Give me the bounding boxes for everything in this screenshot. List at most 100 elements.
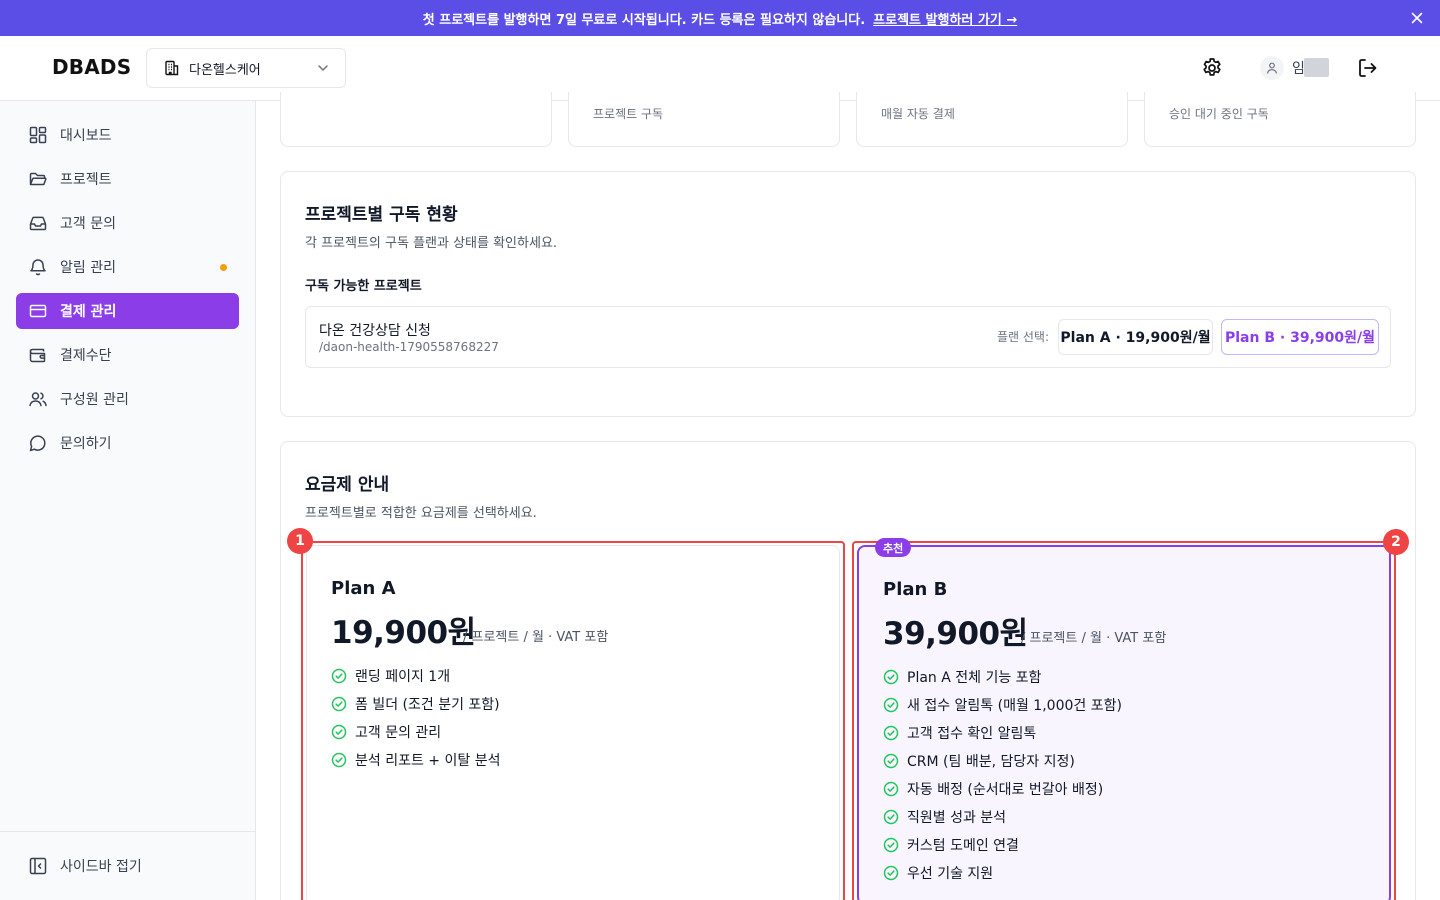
collapse-sidebar-label: 사이드바 접기 [60,859,142,875]
user-name-redacted [1304,58,1329,77]
dashboard-icon [29,126,47,144]
check-circle-icon [331,696,347,712]
sidebar-item-label: 고객 문의 [60,216,116,232]
users-icon [29,392,47,407]
sidebar-item-label: 구성원 관리 [60,392,129,408]
avatar[interactable] [1260,56,1284,80]
recommended-badge: 추천 [875,538,912,557]
section-description: 프로젝트별로 적합한 요금제를 선택하세요. [305,506,537,521]
sidebar-item-label: 대시보드 [60,128,112,144]
sidebar-item-label: 알림 관리 [60,260,116,276]
banner-text: 첫 프로젝트를 발행하면 7일 무료로 시작됩니다. 카드 등록은 필요하지 않… [422,12,866,28]
list-item: 폼 빌더 (조건 분기 포함) [331,690,500,718]
wallet-icon [29,348,46,363]
section-description: 각 프로젝트의 구독 플랜과 상태를 확인하세요. [305,236,558,251]
check-circle-icon [331,752,347,768]
banner-publish-link[interactable]: 프로젝트 발행하러 가기 → [873,9,1017,28]
check-circle-icon [331,668,347,684]
app-logo[interactable]: DBADS [52,55,131,79]
check-circle-icon [883,697,899,713]
select-plan-a-button[interactable]: Plan A · 19,900원/월 [1058,319,1213,355]
user-name: 임 [1292,61,1305,77]
collapse-sidebar-button[interactable]: 사이드바 접기 [28,856,142,876]
feature-list: Plan A 전체 기능 포함 새 접수 알림톡 (매월 1,000건 포함) … [883,663,1122,887]
section-title: 프로젝트별 구독 현황 [305,205,458,225]
logout-icon[interactable] [1356,56,1380,80]
credit-card-icon [29,304,47,318]
feature-text: 자동 배정 (순서대로 번갈아 배정) [907,782,1104,798]
list-item: Plan A 전체 기능 포함 [883,663,1122,691]
list-item: 랜딩 페이지 1개 [331,662,500,690]
organization-name: 다온헬스케어 [189,62,261,78]
sidebar-item-contact[interactable]: 문의하기 [16,425,239,461]
project-row: 다온 건강상담 신청 /daon-health-1790558768227 플랜… [305,306,1391,368]
stat-card: 프로젝트 구독 [568,92,840,147]
sidebar-item-billing[interactable]: 결제 관리 [16,293,239,329]
list-item: CRM (팀 배분, 담당자 지정) [883,747,1122,775]
gear-icon[interactable] [1200,56,1224,80]
select-plan-b-button[interactable]: Plan B · 39,900원/월 [1221,319,1379,355]
sidebar-item-projects[interactable]: 프로젝트 [16,161,239,197]
panel-collapse-icon [29,857,47,875]
list-item: 직원별 성과 분석 [883,803,1122,831]
subscribable-projects-title: 구독 가능한 프로젝트 [305,279,422,294]
sidebar-item-dashboard[interactable]: 대시보드 [16,117,239,153]
project-slug: /daon-health-1790558768227 [319,340,499,354]
check-circle-icon [331,724,347,740]
sidebar-item-members[interactable]: 구성원 관리 [16,381,239,417]
bell-icon [30,259,46,276]
project-name: 다온 건강상담 신청 [319,323,431,339]
feature-list: 랜딩 페이지 1개 폼 빌더 (조건 분기 포함) 고객 문의 관리 분석 리포… [331,662,500,774]
user-icon [1266,62,1278,74]
sidebar-footer: 사이드바 접기 [0,831,256,900]
sidebar: 대시보드 프로젝트 고객 문의 알림 관리 결제 관리 결제수단 구성원 관리 … [0,101,256,900]
check-circle-icon [883,809,899,825]
feature-text: 새 접수 알림톡 (매월 1,000건 포함) [907,698,1122,714]
section-title: 요금제 안내 [305,475,390,495]
sidebar-item-label: 문의하기 [60,436,112,452]
check-circle-icon [883,781,899,797]
list-item: 자동 배정 (순서대로 번갈아 배정) [883,775,1122,803]
list-item: 우선 기술 지원 [883,859,1122,887]
plan-price: 19,900원 [331,615,476,651]
sidebar-item-inquiries[interactable]: 고객 문의 [16,205,239,241]
notification-dot [220,264,227,271]
annotation-number-badge: 1 [287,528,313,554]
list-item: 분석 리포트 + 이탈 분석 [331,746,500,774]
check-circle-icon [883,837,899,853]
plan-b-card[interactable]: 추천 Plan B 39,900원 / 프로젝트 / 월 · VAT 포함 Pl… [852,529,1409,900]
feature-text: 직원별 성과 분석 [907,810,1007,826]
check-circle-icon [883,725,899,741]
plan-a-card[interactable]: Plan A 19,900원 / 프로젝트 / 월 · VAT 포함 랜딩 페이… [287,528,845,900]
check-circle-icon [883,669,899,685]
plan-price-unit: / 프로젝트 / 월 · VAT 포함 [1021,631,1167,646]
inbox-icon [29,216,47,231]
feature-text: 랜딩 페이지 1개 [355,669,451,685]
close-icon[interactable] [1408,9,1426,27]
sidebar-item-label: 결제수단 [60,348,112,364]
subscription-status-section: 프로젝트별 구독 현황 각 프로젝트의 구독 플랜과 상태를 확인하세요. 구독… [280,171,1416,417]
feature-text: Plan A 전체 기능 포함 [907,670,1042,686]
plan-price-unit: / 프로젝트 / 월 · VAT 포함 [463,630,609,645]
pricing-section: 요금제 안내 프로젝트별로 적합한 요금제를 선택하세요. Plan A 19,… [280,441,1416,900]
stat-desc: 승인 대기 중인 구독 [1169,107,1269,121]
feature-text: 분석 리포트 + 이탈 분석 [355,753,501,769]
stat-card: 승인 대기 중인 구독 [1144,92,1416,147]
chevron-down-icon [318,65,328,71]
feature-text: 고객 접수 확인 알림톡 [907,726,1037,742]
sidebar-item-label: 결제 관리 [60,304,117,320]
feature-text: 고객 문의 관리 [355,725,442,741]
plan-price: 39,900원 [883,616,1028,652]
organization-select[interactable]: 다온헬스케어 [146,48,346,88]
feature-text: 커스텀 도메인 연결 [907,838,1019,854]
plan-select-label: 플랜 선택: [997,330,1050,344]
feature-text: 폼 빌더 (조건 분기 포함) [355,697,500,713]
plan-name: Plan B [883,579,948,600]
check-circle-icon [883,865,899,881]
stat-card: 매월 자동 결제 [856,92,1128,147]
sidebar-item-payment-methods[interactable]: 결제수단 [16,337,239,373]
sidebar-item-notifications[interactable]: 알림 관리 [16,249,239,285]
building-icon [165,60,179,76]
stat-card [280,92,552,147]
list-item: 커스텀 도메인 연결 [883,831,1122,859]
